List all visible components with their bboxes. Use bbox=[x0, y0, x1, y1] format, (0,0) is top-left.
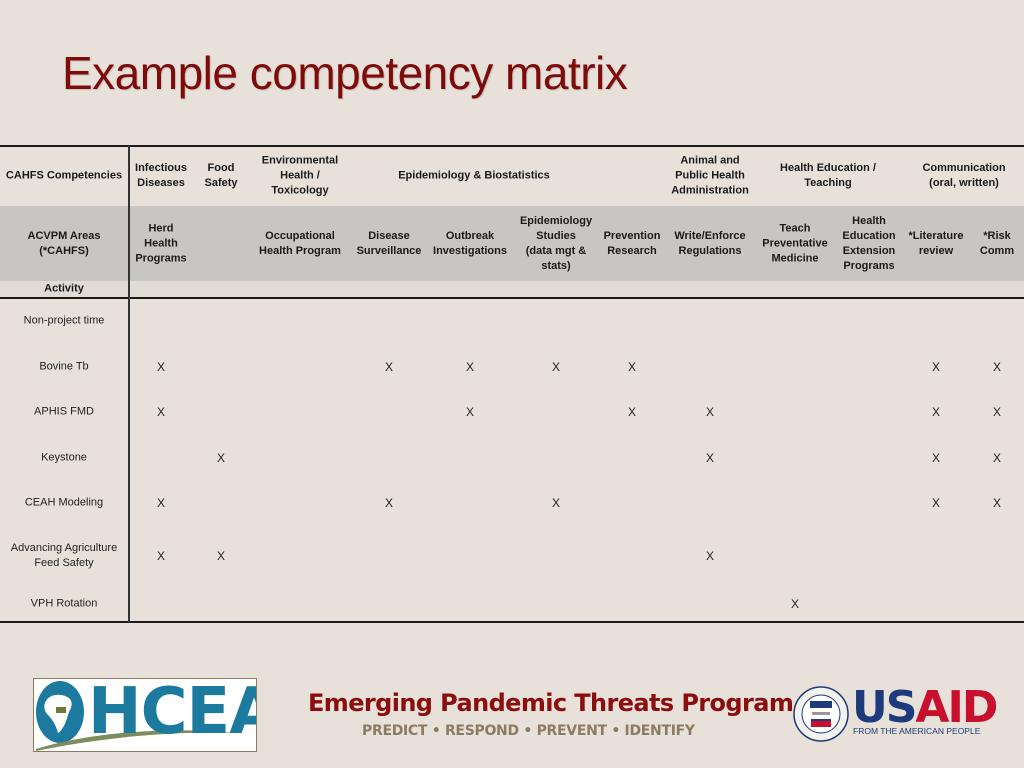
matrix-mark: X bbox=[992, 405, 1002, 419]
activity-label: Non-project time bbox=[23, 314, 105, 327]
activity-label: APHIS FMD bbox=[34, 405, 94, 418]
matrix-mark: X bbox=[931, 360, 941, 374]
activity-label: CEAH Modeling bbox=[24, 496, 104, 509]
matrix-mark: X bbox=[992, 451, 1002, 465]
competency-header: Epidemiology & Biostatistics bbox=[398, 169, 550, 182]
area-header: *Risk Comm bbox=[979, 230, 1015, 257]
matrix-mark: X bbox=[465, 405, 475, 419]
area-header: Disease Surveillance bbox=[356, 230, 422, 257]
program-title: Emerging Pandemic Threats Program bbox=[308, 689, 794, 717]
header-rule bbox=[0, 297, 1024, 299]
matrix-mark: X bbox=[992, 496, 1002, 510]
area-header: Write/Enforce Regulations bbox=[674, 230, 746, 257]
competency-matrix: CAHFS Competencies ACVPM Areas (*CAHFS) … bbox=[0, 145, 1024, 623]
competency-header: Food Safety bbox=[204, 162, 238, 189]
area-header: Teach Preventative Medicine bbox=[762, 222, 828, 265]
activity-label: Advancing Agriculture Feed Safety bbox=[10, 542, 118, 569]
matrix-mark: X bbox=[931, 451, 941, 465]
matrix-mark: X bbox=[705, 451, 715, 465]
matrix-mark: X bbox=[931, 496, 941, 510]
competency-header: Animal and Public Health Administration bbox=[671, 154, 749, 197]
area-header: Herd Health Programs bbox=[135, 222, 187, 265]
activity-header: Activity bbox=[44, 282, 84, 295]
competency-header: Infectious Diseases bbox=[135, 162, 187, 189]
matrix-mark: X bbox=[216, 549, 226, 563]
competencies-header: CAHFS Competencies bbox=[5, 169, 123, 182]
activity-label: VPH Rotation bbox=[30, 597, 98, 610]
area-header: Prevention Research bbox=[603, 230, 661, 257]
usaid-seal-icon bbox=[793, 686, 849, 742]
matrix-mark: X bbox=[384, 360, 394, 374]
stub-divider bbox=[128, 145, 130, 623]
matrix-mark: X bbox=[627, 360, 637, 374]
area-header: Outbreak Investigations bbox=[433, 230, 507, 257]
usaid-logo: USAID FROM THE AMERICAN PEOPLE bbox=[793, 682, 998, 748]
area-header: Epidemiology Studies (data mgt & stats) bbox=[519, 215, 593, 272]
matrix-mark: X bbox=[156, 360, 166, 374]
ohcea-logo-text: HCEA bbox=[88, 678, 256, 749]
usaid-tagline: FROM THE AMERICAN PEOPLE bbox=[853, 726, 981, 736]
areas-header: ACVPM Areas (*CAHFS) bbox=[27, 230, 101, 257]
matrix-mark: X bbox=[156, 405, 166, 419]
matrix-mark: X bbox=[790, 597, 800, 611]
matrix-mark: X bbox=[931, 405, 941, 419]
matrix-mark: X bbox=[465, 360, 475, 374]
matrix-mark: X bbox=[551, 360, 561, 374]
top-rule bbox=[0, 145, 1024, 147]
competency-header: Environmental Health / Toxicology bbox=[261, 154, 339, 197]
matrix-mark: X bbox=[216, 451, 226, 465]
program-subtitle: PREDICT • RESPOND • PREVENT • IDENTIFY bbox=[362, 723, 695, 739]
activity-header-band bbox=[0, 281, 1024, 297]
matrix-mark: X bbox=[627, 405, 637, 419]
activity-label: Keystone bbox=[41, 451, 87, 464]
competency-header: Health Education / Teaching bbox=[780, 162, 876, 189]
matrix-mark: X bbox=[705, 549, 715, 563]
matrix-mark: X bbox=[156, 496, 166, 510]
competency-header: Communication (oral, written) bbox=[922, 162, 1006, 189]
slide-title: Example competency matrix bbox=[62, 47, 628, 99]
ohcea-logo: HCEA bbox=[33, 678, 257, 752]
area-header: Health Education Extension Programs bbox=[842, 215, 896, 272]
matrix-mark: X bbox=[551, 496, 561, 510]
matrix-mark: X bbox=[156, 549, 166, 563]
activity-label: Bovine Tb bbox=[39, 360, 89, 373]
matrix-mark: X bbox=[384, 496, 394, 510]
bottom-rule bbox=[0, 621, 1024, 623]
matrix-mark: X bbox=[992, 360, 1002, 374]
area-header: *Literature review bbox=[908, 230, 964, 257]
area-header: Occupational Health Program bbox=[259, 230, 341, 257]
matrix-mark: X bbox=[705, 405, 715, 419]
